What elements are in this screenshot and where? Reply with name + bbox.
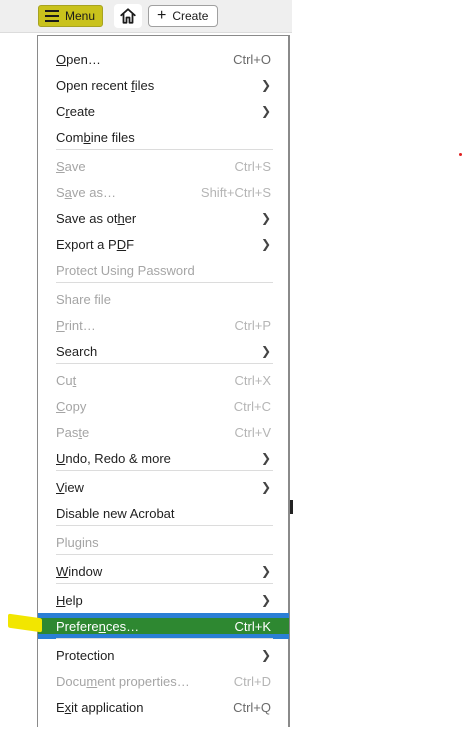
menu-item-label: Export a PDF (56, 236, 135, 252)
menu-item-shortcut: Ctrl+V (234, 424, 271, 440)
menu-item-label: View (56, 479, 84, 495)
menu-item-label: Undo, Redo & more (56, 450, 171, 466)
menu-item-label: Search (56, 343, 98, 359)
menu-item: Plugins (38, 529, 289, 555)
menu-separator (56, 583, 273, 584)
top-toolbar: Menu + Create (0, 0, 292, 33)
menu-item[interactable]: Help ❯ (38, 587, 289, 613)
menu-item[interactable]: Open… Ctrl+O (38, 46, 289, 72)
menu-item-label: Exit application (56, 699, 144, 715)
menu-separator (56, 525, 273, 526)
menu-item-shortcut: Shift+Ctrl+S (200, 184, 271, 200)
menu-button[interactable]: Menu (38, 5, 103, 27)
menu-item-label: Disable new Acrobat (56, 505, 175, 521)
menu-item-label: Protection (56, 647, 115, 663)
menu-item-shortcut: Ctrl+C (233, 398, 271, 414)
home-icon (120, 8, 136, 24)
menu-item-label: Preferences… (56, 618, 140, 634)
menu-item[interactable]: Window ❯ (38, 558, 289, 584)
plus-icon: + (157, 7, 167, 24)
menu-item-label: Document properties… (56, 673, 190, 689)
hamburger-icon (45, 10, 59, 22)
menu-item-label: Paste (56, 424, 90, 440)
create-button-label: Create (172, 9, 209, 23)
menu-item[interactable]: Export a PDF ❯ (38, 231, 289, 257)
menu-item-shortcut: Ctrl+X (234, 372, 271, 388)
menu-item-label: Plugins (56, 534, 99, 550)
menu-dropdown: Open… Ctrl+O Open recent files ❯ Create ❯ Comb… (37, 35, 290, 727)
menu-item-label: Save (56, 158, 86, 174)
menu-item-label: Protect Using Password (56, 262, 195, 278)
chevron-right-icon: ❯ (260, 237, 271, 251)
menu-item-label: Cut (56, 372, 77, 388)
menu-item[interactable]: Preferences… Ctrl+K (38, 613, 289, 639)
menu-item-shortcut: Ctrl+S (234, 158, 271, 174)
menu-item-label: Save as… (56, 184, 116, 200)
menu-item-shortcut: Ctrl+P (234, 317, 271, 333)
menu-item-label: Share file (56, 291, 111, 307)
menu-item: Save as… Shift+Ctrl+S (38, 179, 289, 205)
menu-separator (56, 470, 273, 471)
menu-separator (56, 149, 273, 150)
menu-item-label: Open recent files (56, 77, 155, 93)
menu-item-shortcut: Ctrl+O (233, 51, 271, 67)
menu-item[interactable]: Exit application Ctrl+Q (38, 694, 289, 720)
menu-item-label: Copy (56, 398, 87, 414)
menu-separator (56, 363, 273, 364)
chevron-right-icon: ❯ (260, 648, 271, 662)
menu-item-label: Save as other (56, 210, 137, 226)
menu-item[interactable]: View ❯ (38, 474, 289, 500)
menu-item-label: Help (56, 592, 83, 608)
chevron-right-icon: ❯ (260, 564, 271, 578)
menu-item[interactable]: Open recent files ❯ (38, 72, 289, 98)
menu-separator (56, 554, 273, 555)
menu-item-shortcut: Ctrl+K (234, 618, 271, 634)
chevron-right-icon: ❯ (260, 104, 271, 118)
menu-item[interactable]: Protection ❯ (38, 642, 289, 668)
menu-item-label: Window (56, 563, 103, 579)
create-button[interactable]: + Create (148, 5, 218, 27)
menu-separator (56, 638, 273, 639)
menu-item[interactable]: Create ❯ (38, 98, 289, 124)
menu-item-label: Combine files (56, 129, 135, 145)
menu-item: Copy Ctrl+C (38, 393, 289, 419)
menu-item: Document properties… Ctrl+D (38, 668, 289, 694)
menu-item: Protect Using Password (38, 257, 289, 283)
menu-item[interactable]: Combine files (38, 124, 289, 150)
menu-item-label: Create (56, 103, 96, 119)
chevron-right-icon: ❯ (260, 480, 271, 494)
chevron-right-icon: ❯ (260, 593, 271, 607)
chevron-right-icon: ❯ (260, 451, 271, 465)
menu-item: Print… Ctrl+P (38, 312, 289, 338)
chevron-right-icon: ❯ (260, 344, 271, 358)
menu-item[interactable]: Disable new Acrobat (38, 500, 289, 526)
chevron-right-icon: ❯ (260, 78, 271, 92)
menu-item: Cut Ctrl+X (38, 367, 289, 393)
menu-item[interactable]: Undo, Redo & more ❯ (38, 445, 289, 471)
menu-item-shortcut: Ctrl+D (233, 673, 271, 689)
home-button[interactable] (114, 4, 142, 28)
menu-item: Paste Ctrl+V (38, 419, 289, 445)
menu-item[interactable]: Save as other ❯ (38, 205, 289, 231)
chevron-right-icon: ❯ (260, 211, 271, 225)
menu-item-label: Print… (56, 317, 96, 333)
menu-button-label: Menu (65, 9, 96, 23)
background-glyph (290, 500, 293, 514)
menu-item-shortcut: Ctrl+Q (233, 699, 271, 715)
menu-item: Share file (38, 286, 289, 312)
menu-item-label: Open… (56, 51, 101, 67)
menu-item: Save Ctrl+S (38, 153, 289, 179)
menu-separator (56, 282, 273, 283)
menu-item[interactable]: Search ❯ (38, 338, 289, 364)
